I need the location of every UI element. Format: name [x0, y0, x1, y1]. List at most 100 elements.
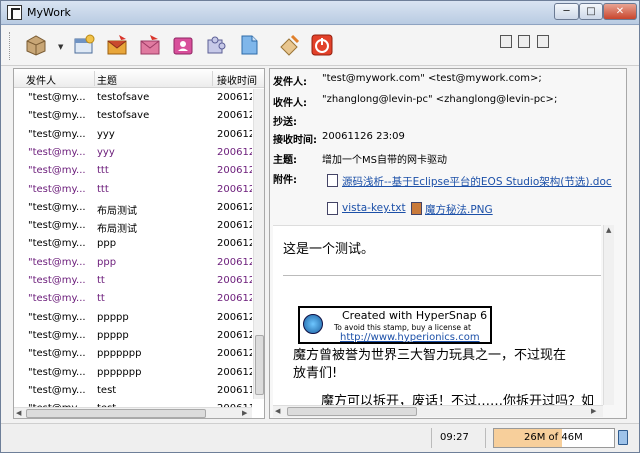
time-cell: 200612 [217, 293, 252, 305]
from-cell: "test@my... [28, 329, 86, 341]
mail-folder-icon[interactable] [105, 33, 129, 57]
attachment-link[interactable]: vista-key.txt [342, 202, 406, 214]
record-icon[interactable] [518, 35, 530, 48]
subject-cell: ppppppp [97, 366, 142, 378]
to-label: 收件人: [273, 98, 307, 109]
from-cell: "test@my... [28, 183, 86, 195]
table-row[interactable]: "test@my... ttt 200612 [14, 162, 252, 180]
column-received-time[interactable]: 接收时间 [217, 72, 257, 87]
app-icon [7, 5, 22, 20]
vertical-scrollbar[interactable]: ▲ [603, 225, 614, 405]
doc-file-icon [327, 174, 338, 187]
box-icon[interactable] [24, 33, 48, 57]
minimize-button[interactable]: ─ [554, 3, 579, 20]
table-row[interactable]: "test@my... ppppppp 200612 [14, 364, 252, 382]
table-row[interactable]: "test@my... tt 200612 [14, 290, 252, 308]
stamp-title: Created with HyperSnap 6 [342, 309, 488, 322]
image-file-icon [411, 202, 422, 215]
chevron-down-icon[interactable]: ▼ [58, 43, 63, 51]
time-cell: 200612 [217, 256, 252, 268]
scroll-right-arrow[interactable]: ▶ [242, 409, 247, 417]
subject-cell: yyy [97, 146, 115, 158]
table-row[interactable]: "test@my... yyy 200612 [14, 144, 252, 162]
from-cell: "test@my... [28, 256, 86, 268]
export-icon[interactable] [500, 35, 512, 48]
column-divider[interactable] [212, 71, 213, 86]
subject-cell: ttt [97, 183, 109, 195]
stamp-link: http://www.hyperionics.com [340, 332, 480, 343]
from-cell: "test@my... [28, 92, 86, 103]
scroll-left-arrow[interactable]: ◀ [16, 409, 21, 417]
scroll-left-arrow[interactable]: ◀ [275, 407, 280, 415]
table-row[interactable]: "test@my... 布局测试 200612 [14, 217, 252, 235]
from-label: 发件人: [273, 77, 307, 88]
from-cell: "test@my... [28, 165, 86, 177]
calendar-icon[interactable] [72, 33, 96, 57]
subject-cell: ppppp [97, 311, 129, 323]
table-row[interactable]: "test@my... ttt 200612 [14, 181, 252, 199]
address-book-icon[interactable] [171, 33, 195, 57]
power-icon[interactable] [310, 33, 334, 57]
message-body[interactable]: 这是一个测试。 魔方曾被誉为世界三大智力玩具之一，不过现在 放青们! 魔方可以拆… [273, 225, 601, 405]
trash-icon[interactable] [618, 430, 628, 445]
mail-send-icon[interactable] [138, 33, 162, 57]
subject-cell: ppp [97, 256, 117, 268]
time-cell: 200611 [217, 384, 252, 396]
from-cell: "test@my... [28, 238, 86, 250]
subject-value: 增加一个MS自带的网卡驱动 [322, 155, 447, 166]
table-row[interactable]: "test@my... ppppp 200612 [14, 309, 252, 327]
window-title: MyWork [27, 6, 71, 19]
time-cell: 200612 [217, 110, 252, 122]
document-icon[interactable] [237, 33, 261, 57]
body-text: 这是一个测试。 [283, 242, 375, 257]
table-row[interactable]: "test@my... test 200611 [14, 382, 252, 400]
table-row[interactable]: "test@my... ppp 200612 [14, 254, 252, 272]
scroll-right-arrow[interactable]: ▶ [591, 407, 596, 415]
subject-cell: ppppppp [97, 348, 142, 360]
time-cell: 200612 [217, 128, 252, 140]
info-icon[interactable] [537, 35, 549, 48]
scroll-thumb[interactable] [255, 335, 264, 395]
table-row[interactable]: "test@my... yyy 200612 [14, 126, 252, 144]
puzzle-icon[interactable] [204, 33, 228, 57]
list-header: 发件人 主题 接收时间 [14, 69, 264, 88]
body-text: 放青们! [293, 366, 338, 381]
attach-label: 附件: [273, 175, 297, 186]
pencil-icon[interactable] [277, 33, 301, 57]
scroll-thumb[interactable] [26, 409, 206, 418]
from-cell: "test@my... [28, 146, 86, 158]
column-subject[interactable]: 主题 [97, 72, 117, 87]
column-from[interactable]: 发件人 [26, 72, 56, 87]
text-file-icon [327, 202, 338, 215]
attachment-link[interactable]: 源码浅析--基于Eclipse平台的EOS Studio架构(节选).doc [342, 174, 612, 189]
title-bar[interactable]: MyWork ─ □ ✕ [1, 1, 639, 25]
table-row[interactable]: "test@my... testofsave 200612 [14, 107, 252, 125]
to-value: "zhanglong@levin-pc" <zhanglong@levin-pc… [322, 94, 558, 105]
time-cell: 200612 [217, 329, 252, 341]
horizontal-scrollbar[interactable]: ◀ ▶ [273, 405, 603, 417]
attachment-link[interactable]: 魔方秘法.PNG [425, 202, 493, 217]
from-cell: "test@my... [28, 201, 86, 213]
horizontal-scrollbar[interactable]: ◀ ▶ [14, 407, 252, 418]
table-row[interactable]: "test@my... 布局测试 200612 [14, 199, 252, 217]
close-button[interactable]: ✕ [603, 3, 637, 20]
subject-cell: test [97, 384, 117, 396]
status-divider [485, 428, 486, 448]
time-cell: 200612 [217, 311, 252, 323]
table-row[interactable]: "test@my... testofsave 200612 [14, 89, 252, 107]
cc-label: 抄送: [273, 117, 297, 128]
vertical-scrollbar[interactable] [253, 89, 264, 399]
table-row[interactable]: "test@my... ppppp 200612 [14, 327, 252, 345]
subject-cell: 布局测试 [97, 205, 137, 217]
maximize-button[interactable]: □ [579, 3, 603, 20]
table-row[interactable]: "test@my... tt 200612 [14, 272, 252, 290]
column-divider[interactable] [94, 71, 95, 86]
table-row[interactable]: "test@my... ppppppp 200612 [14, 345, 252, 363]
table-row[interactable]: "test@my... ppp 200612 [14, 235, 252, 253]
status-bar: 09:27 26M of 46M [1, 423, 639, 452]
subject-cell: tt [97, 275, 105, 286]
time-cell: 200612 [217, 165, 252, 177]
scroll-up-arrow[interactable]: ▲ [606, 226, 611, 234]
scroll-thumb[interactable] [287, 407, 417, 416]
toolbar-grip[interactable] [9, 32, 12, 60]
